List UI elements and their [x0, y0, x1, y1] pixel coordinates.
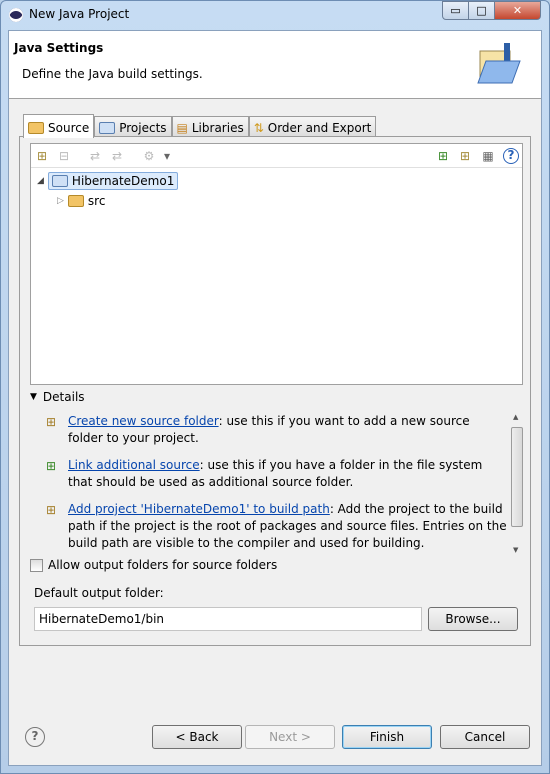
tab-source[interactable]: Source	[23, 114, 95, 138]
page-title: Java Settings	[14, 41, 104, 55]
include-icon[interactable]: ⇄	[87, 148, 103, 164]
dialog-client: Java Settings Define the Java build sett…	[8, 30, 542, 766]
help-button[interactable]: ?	[25, 727, 45, 747]
back-button[interactable]: < Back	[152, 725, 242, 749]
tree-toolbar: ⊞ ⊟ ⇄ ⇄ ⚙ ▾ ⊞ ⊞ ▦ ?	[31, 144, 522, 168]
collapsed-arrow-icon[interactable]: ▷	[57, 196, 64, 206]
details-toggle[interactable]: ▼ Details	[30, 390, 85, 404]
tab-projects[interactable]: Projects	[94, 116, 172, 137]
link-additional-source-link[interactable]: Link additional source	[68, 458, 200, 472]
scrollbar-thumb[interactable]	[511, 427, 523, 527]
output-folder-label: Default output folder:	[34, 586, 164, 600]
libraries-icon: ▤	[176, 121, 188, 135]
tree-item-project[interactable]: ◢ HibernateDemo1	[37, 172, 179, 190]
eclipse-icon	[9, 8, 23, 22]
link-source-icon[interactable]: ⊞	[435, 148, 451, 164]
package-folder-icon	[67, 195, 84, 207]
add-source-folder-icon[interactable]: ⊞	[34, 148, 50, 164]
tab-libraries[interactable]: ▤ Libraries	[171, 116, 249, 137]
add-project-icon: ⊞	[46, 503, 57, 517]
minimize-button[interactable]: ▭	[442, 1, 469, 20]
title-bar: New Java Project ▭ □ ✕	[0, 0, 550, 30]
expanded-arrow-icon[interactable]: ◢	[37, 176, 44, 186]
project-folder-icon	[99, 122, 116, 134]
details-label: Details	[42, 390, 85, 404]
close-button[interactable]: ✕	[494, 1, 541, 20]
wizard-header: Java Settings Define the Java build sett…	[9, 31, 541, 99]
tree-item-label: src	[87, 194, 106, 208]
details-content: ⊞ Create new source folder: use this if y…	[46, 413, 508, 553]
java-project-icon	[51, 175, 68, 187]
scroll-down-icon[interactable]: ▼	[513, 546, 518, 554]
source-tree: ⊞ ⊟ ⇄ ⇄ ⚙ ▾ ⊞ ⊞ ▦ ? ◢ HibernateDemo1 ▷ s…	[30, 143, 523, 385]
add-project-to-build-path-link[interactable]: Add project 'HibernateDemo1' to build pa…	[68, 502, 330, 516]
tab-label: Order and Export	[267, 121, 372, 135]
source-folder-icon	[28, 121, 44, 134]
exclude-icon[interactable]: ⇄	[109, 148, 125, 164]
page-description: Define the Java build settings.	[22, 67, 203, 81]
window-title: New Java Project	[29, 7, 130, 21]
scroll-up-icon[interactable]: ▲	[513, 413, 518, 421]
tab-bar: Source Projects ▤ Libraries ⇅ Order and Ex…	[23, 113, 377, 138]
allow-output-folders-checkbox[interactable]: Allow output folders for source folders	[30, 558, 277, 572]
java-project-wizard-icon	[477, 43, 521, 84]
next-button[interactable]: Next >	[245, 725, 335, 749]
help-icon[interactable]: ?	[503, 148, 519, 164]
details-item: ⊞ Create new source folder: use this if y…	[46, 413, 508, 447]
tab-label: Projects	[119, 121, 167, 135]
tab-label: Source	[48, 120, 90, 135]
new-source-folder-icon[interactable]: ⊞	[457, 148, 473, 164]
checkbox-box[interactable]	[30, 558, 43, 572]
tree-item-label: HibernateDemo1	[71, 174, 175, 188]
tree-item-src[interactable]: ▷ src	[57, 194, 105, 208]
new-source-folder-icon: ⊞	[46, 415, 57, 429]
configure-icon[interactable]: ⚙	[141, 148, 157, 164]
link-source-icon: ⊞	[46, 459, 57, 473]
create-new-source-folder-link[interactable]: Create new source folder	[68, 414, 219, 428]
tab-order-and-export[interactable]: ⇅ Order and Export	[248, 116, 377, 137]
maximize-button[interactable]: □	[468, 1, 495, 20]
output-folder-input[interactable]	[34, 607, 422, 631]
details-item: ⊞ Add project 'HibernateDemo1' to build p…	[46, 501, 508, 552]
order-icon: ⇅	[253, 121, 264, 135]
dropdown-arrow-icon[interactable]: ▾	[159, 148, 175, 164]
details-item: ⊞ Link additional source: use this if you…	[46, 457, 508, 491]
finish-button[interactable]: Finish	[342, 725, 432, 749]
expanded-arrow-icon: ▼	[30, 392, 37, 402]
checkbox-label: Allow output folders for source folders	[48, 558, 278, 572]
browse-button[interactable]: Browse...	[428, 607, 518, 631]
source-tab-panel: ⊞ ⊟ ⇄ ⇄ ⚙ ▾ ⊞ ⊞ ▦ ? ◢ HibernateDemo1 ▷ s…	[19, 136, 531, 646]
details-scrollbar[interactable]: ▲ ▼	[510, 413, 524, 554]
tab-label: Libraries	[191, 121, 244, 135]
remove-icon[interactable]: ▦	[480, 148, 496, 164]
cancel-button[interactable]: Cancel	[440, 725, 530, 749]
remove-source-folder-icon[interactable]: ⊟	[56, 148, 72, 164]
